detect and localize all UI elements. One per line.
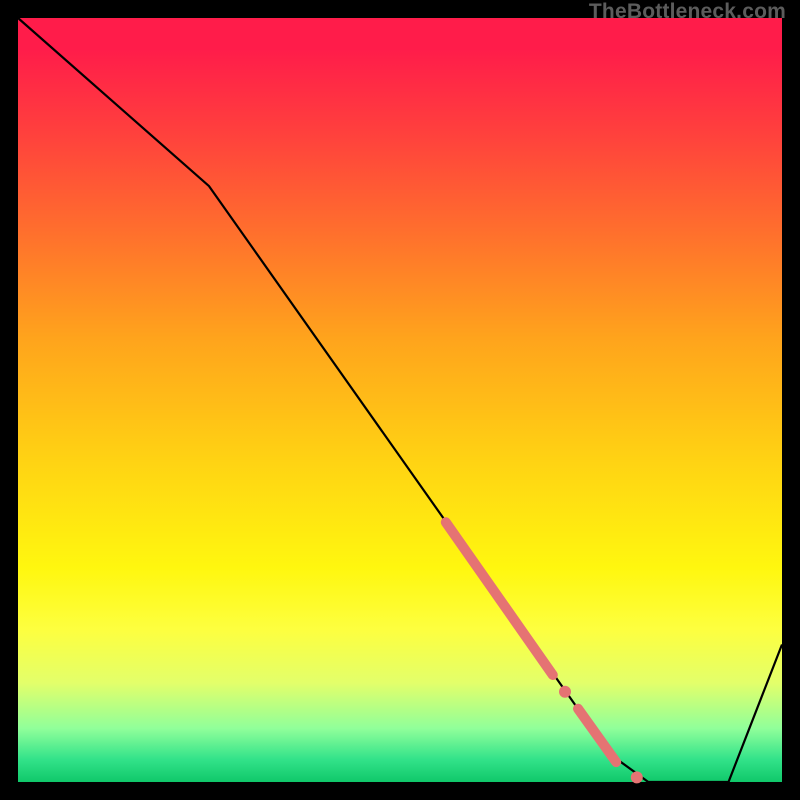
watermark-label: TheBottleneck.com: [589, 0, 786, 24]
chart-container: TheBottleneck.com: [0, 0, 800, 800]
plot-background-gradient: [18, 18, 782, 782]
